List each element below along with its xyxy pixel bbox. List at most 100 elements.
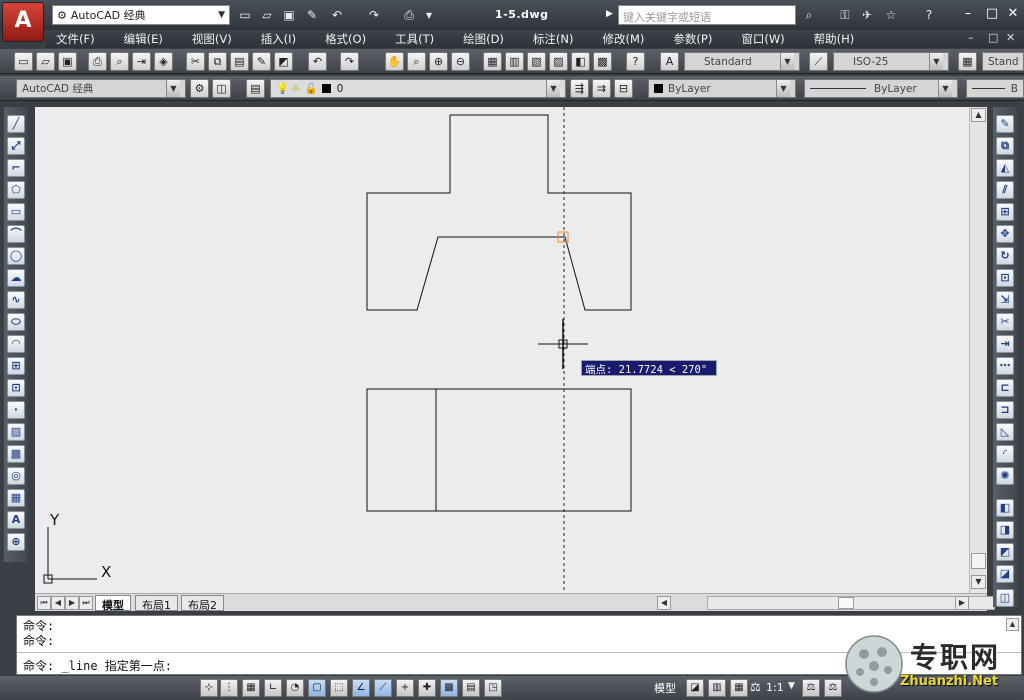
text-style-select[interactable]: Standard ▼: [684, 52, 800, 71]
menu-window[interactable]: 窗口(W): [741, 31, 784, 47]
text-style-icon[interactable]: A: [660, 52, 679, 71]
scroll-down-icon[interactable]: ▼: [971, 575, 986, 589]
move-icon[interactable]: ✥: [996, 225, 1014, 243]
table-style-select[interactable]: Stand: [982, 52, 1024, 71]
markup-icon[interactable]: ◧: [571, 52, 590, 71]
trim-icon[interactable]: ✂: [996, 313, 1014, 331]
menu-tools[interactable]: 工具(T): [395, 31, 434, 47]
drawing-view-icon[interactable]: ▦: [730, 679, 748, 697]
break-at-point-icon[interactable]: ⋯: [996, 357, 1014, 375]
3d-print-icon[interactable]: ◈: [154, 52, 173, 71]
stretch-icon[interactable]: ⇲: [996, 291, 1014, 309]
auto-scale-icon[interactable]: ⚖: [824, 679, 842, 697]
open-icon[interactable]: ▱: [258, 5, 276, 23]
polar-tracking-icon[interactable]: ◔: [286, 679, 304, 697]
draworder-front-icon[interactable]: ◧: [996, 499, 1014, 517]
menu-view[interactable]: 视图(V): [192, 31, 232, 47]
horizontal-scroll-thumb[interactable]: [838, 597, 854, 609]
sheetset-icon[interactable]: ▨: [549, 52, 568, 71]
polygon-icon[interactable]: ⬠: [7, 181, 25, 199]
spline-icon[interactable]: ∿: [7, 291, 25, 309]
workspace-settings-icon[interactable]: ⚙: [190, 79, 209, 98]
zoom-previous-icon[interactable]: ⊖: [451, 52, 470, 71]
last-tab-icon[interactable]: ⏭: [79, 596, 93, 610]
doc-restore-icon[interactable]: □: [988, 31, 998, 44]
layout-icon[interactable]: ◪: [686, 679, 704, 697]
plot-icon[interactable]: ⎙: [88, 52, 107, 71]
circle-icon[interactable]: ◯: [7, 247, 25, 265]
lineweight-icon[interactable]: ✚: [418, 679, 436, 697]
mirror-icon[interactable]: ◭: [996, 159, 1014, 177]
menu-insert[interactable]: 插入(I): [261, 31, 296, 47]
binoculars-icon[interactable]: ⌕: [800, 5, 818, 23]
grid-display-icon[interactable]: ▦: [242, 679, 260, 697]
break-icon[interactable]: ⊏: [996, 379, 1014, 397]
ellipse-arc-icon[interactable]: ◠: [7, 335, 25, 353]
tab-layout2[interactable]: 布局2: [181, 595, 224, 612]
open-icon[interactable]: ▱: [36, 52, 55, 71]
layer-select[interactable]: 💡 ☼ 🔓 0 ▼: [270, 79, 566, 98]
prev-tab-icon[interactable]: ◀: [51, 596, 65, 610]
key-icon[interactable]: ⚿: [836, 5, 854, 23]
doc-close-icon[interactable]: ✕: [1006, 31, 1015, 44]
help-search-input[interactable]: 键入关键字或短语: [618, 5, 796, 25]
draworder-back-icon[interactable]: ◨: [996, 521, 1014, 539]
hscroll-left-icon[interactable]: ◀: [657, 596, 671, 610]
text-front-icon[interactable]: ◫: [996, 589, 1014, 607]
help-icon[interactable]: ?: [920, 5, 938, 23]
scale-dropdown-icon[interactable]: ▼: [788, 681, 795, 691]
first-tab-icon[interactable]: ⏮: [37, 596, 51, 610]
doc-minimize-icon[interactable]: –: [968, 31, 974, 44]
my-workspace-icon[interactable]: ◫: [212, 79, 231, 98]
line-icon[interactable]: ╱: [7, 115, 25, 133]
polyline-icon[interactable]: ⌐: [7, 159, 25, 177]
new-icon[interactable]: ▭: [14, 52, 33, 71]
fillet-icon[interactable]: ◜: [996, 445, 1014, 463]
quick-properties-icon[interactable]: ▤: [462, 679, 480, 697]
make-block-icon[interactable]: ⊡: [7, 379, 25, 397]
menu-file[interactable]: 文件(F): [56, 31, 95, 47]
model-space-label[interactable]: 模型: [654, 680, 676, 696]
layer-state-icon[interactable]: ⊟: [614, 79, 633, 98]
restore-icon[interactable]: □: [984, 6, 1000, 22]
add-selected-icon[interactable]: ⊕: [7, 533, 25, 551]
construction-line-icon[interactable]: ⤢: [7, 137, 25, 155]
linetype-select[interactable]: ByLayer ▼: [804, 79, 958, 98]
copy-object-icon[interactable]: ⧉: [996, 137, 1014, 155]
annotation-visibility-icon[interactable]: ⚖: [802, 679, 820, 697]
make-current-icon[interactable]: ⇶: [570, 79, 589, 98]
join-icon[interactable]: ⊐: [996, 401, 1014, 419]
tab-layout1[interactable]: 布局1: [135, 595, 178, 612]
vertical-scrollbar[interactable]: ▲ ▼: [969, 107, 987, 593]
rotate-icon[interactable]: ↻: [996, 247, 1014, 265]
drawing-canvas[interactable]: X Y: [35, 107, 969, 593]
scale-icon[interactable]: ⊡: [996, 269, 1014, 287]
save-icon[interactable]: ▣: [280, 5, 298, 23]
dynamic-ucs-icon[interactable]: ⟋: [374, 679, 392, 697]
layer-previous-icon[interactable]: ⇉: [592, 79, 611, 98]
chamfer-icon[interactable]: ◺: [996, 423, 1014, 441]
satellite-icon[interactable]: ✈: [858, 5, 876, 23]
zoom-window-icon[interactable]: ⊕: [429, 52, 448, 71]
menu-help[interactable]: 帮助(H): [814, 31, 855, 47]
cmd-scroll-up-icon[interactable]: ▲: [1006, 618, 1019, 631]
erase-icon[interactable]: ✎: [996, 115, 1014, 133]
design-center-icon[interactable]: ▥: [505, 52, 524, 71]
scroll-up-icon[interactable]: ▲: [971, 108, 986, 122]
draworder-above-icon[interactable]: ◩: [996, 543, 1014, 561]
hscroll-right-icon[interactable]: ▶: [955, 596, 969, 610]
tool-palettes-icon[interactable]: ▧: [527, 52, 546, 71]
calculator-icon[interactable]: ▩: [593, 52, 612, 71]
extend-icon[interactable]: ⇥: [996, 335, 1014, 353]
ellipse-icon[interactable]: ⬭: [7, 313, 25, 331]
dynamic-input-icon[interactable]: +: [396, 679, 414, 697]
menu-format[interactable]: 格式(O): [325, 31, 366, 47]
zoom-realtime-icon[interactable]: ⌕: [407, 52, 426, 71]
transparency-icon[interactable]: ▩: [440, 679, 458, 697]
lineweight-select[interactable]: B: [966, 79, 1024, 98]
star-icon[interactable]: ☆: [882, 5, 900, 23]
rectangle-icon[interactable]: ▭: [7, 203, 25, 221]
menu-edit[interactable]: 编辑(E): [124, 31, 163, 47]
tab-model[interactable]: 模型: [95, 595, 131, 612]
save-icon[interactable]: ▣: [58, 52, 77, 71]
